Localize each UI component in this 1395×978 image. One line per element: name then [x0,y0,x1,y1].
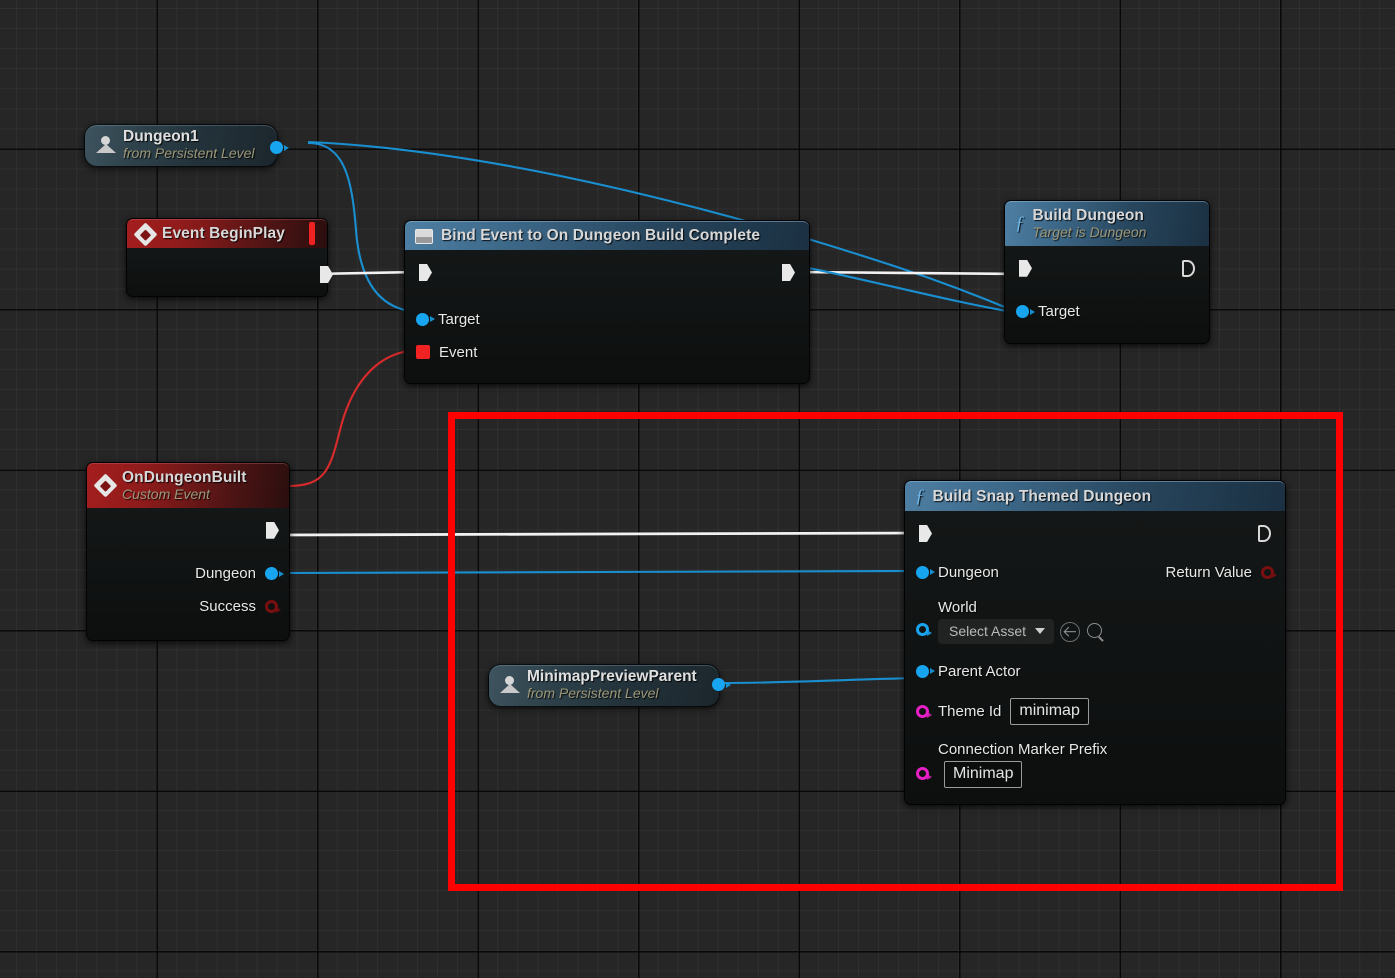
node-dungeon1-reference[interactable]: Dungeon1 from Persistent Level [84,124,289,167]
input-pin-theme-id[interactable] [916,705,932,718]
output-pin-dungeon[interactable] [265,567,284,581]
node-title: Build Snap Themed Dungeon [932,487,1152,505]
exec-row [905,519,1285,547]
node-subtitle: from Persistent Level [527,684,659,701]
wire-minimapparent-to-build-snap-parent-actor [721,676,922,685]
world-select-asset-dropdown[interactable]: Select Asset [938,619,1055,644]
output-pin-object[interactable] [269,141,289,154]
node-build-dungeon[interactable]: ƒ Build Dungeon Target is Dungeon Target [1004,200,1210,344]
pin-row-success: Success [87,594,289,620]
node-title: Dungeon1 [123,128,199,145]
node-header: ƒ Build Dungeon Target is Dungeon [1005,201,1209,246]
node-title: Build Dungeon [1032,207,1145,224]
pin-label: Dungeon [195,565,256,583]
exec-output-pin[interactable] [1182,259,1195,277]
pin-row-event: Event [405,339,809,365]
pin-label: World [938,599,977,616]
node-subtitle: Custom Event [122,486,210,502]
input-pin-event-delegate[interactable] [416,345,430,359]
chevron-down-icon [1035,628,1046,634]
node-event-begin-play[interactable]: Event BeginPlay [126,218,328,297]
input-pin-target[interactable] [416,312,435,326]
node-subtitle: from Persistent Level [123,144,255,161]
node-title: MinimapPreviewParent [527,668,697,685]
event-diamond-icon [133,221,158,247]
exec-output-pin[interactable] [320,266,333,283]
pin-row-dungeon-return: Dungeon Return Value [905,559,1285,585]
wire-ondungeonbuilt-dungeon-to-build-snap-dungeon [271,569,923,575]
blueprint-graph-canvas[interactable]: Dungeon1 from Persistent Level Event Beg… [0,0,1395,978]
node-body [127,248,327,296]
input-pin-target[interactable] [1016,305,1035,319]
node-body: Target [1005,245,1209,343]
input-pin-parent-actor[interactable] [916,664,935,678]
node-subtitle: Target is Dungeon [1032,224,1147,240]
pin-label: Connection Marker Prefix [938,741,1108,758]
node-minimap-preview-parent-reference[interactable]: MinimapPreviewParent from Persistent Lev… [488,664,731,707]
exec-output-pin[interactable] [266,522,279,539]
node-build-snap-themed-dungeon[interactable]: ƒ Build Snap Themed Dungeon Dungeon Retu… [904,480,1286,805]
input-pin-connection-marker-prefix[interactable] [916,767,932,780]
actor-icon [500,675,520,694]
wire-ondungeonbuilt-exec-to-build-snap-exec [280,531,921,537]
node-header: OnDungeonBuilt Custom Event [87,463,289,508]
pin-label: Event [439,343,478,361]
exec-input-pin[interactable] [419,264,432,281]
node-title: Event BeginPlay [162,225,285,242]
connection-marker-prefix-input[interactable]: Minimap [944,761,1023,788]
pin-label: Target [1038,303,1080,321]
pin-row-dungeon: Dungeon [87,561,289,587]
node-bind-event-to-on-dungeon-build-complete[interactable]: Bind Event to On Dungeon Build Complete … [404,220,810,384]
delegate-pin-wrap [295,222,315,245]
node-title: OnDungeonBuilt [122,469,247,486]
function-f-icon: ƒ [915,486,925,507]
pin-label: Theme Id [938,703,1002,720]
select-asset-label: Select Asset [949,623,1027,639]
pin-row-parent-actor: Parent Actor [905,658,1285,684]
wire-ondungeonbuilt-delegate-to-bind-event [287,348,418,488]
node-body: Dungeon Success [87,507,289,640]
exec-input-pin[interactable] [919,525,932,542]
node-header: Bind Event to On Dungeon Build Complete [405,221,809,250]
node-body: Dungeon Return Value World Select Asset [905,511,1285,804]
delegate-output-pin[interactable] [309,222,315,245]
output-pin-object[interactable] [711,678,731,691]
theme-id-input[interactable]: minimap [1010,698,1089,725]
pin-row-target: Target [405,306,809,332]
exec-row [405,258,809,284]
node-header: ƒ Build Snap Themed Dungeon [905,481,1285,511]
node-title: Bind Event to On Dungeon Build Complete [441,227,761,244]
node-on-dungeon-built[interactable]: OnDungeonBuilt Custom Event Dungeon Succ… [86,462,290,641]
input-pin-world[interactable] [916,623,932,636]
exec-row [87,520,289,542]
pin-row-target: Target [1005,299,1209,325]
pin-label: Parent Actor [938,662,1021,680]
exec-output-pin[interactable] [782,264,795,281]
pin-label: Target [438,310,480,328]
event-diamond-icon [93,473,118,498]
magnifier-icon[interactable] [1086,622,1106,642]
pin-row-world: World Select Asset [905,599,1285,644]
input-pin-dungeon[interactable] [916,565,935,579]
node-header: Event BeginPlay [127,219,327,248]
pin-label: Return Value [1165,563,1252,581]
back-arrow-icon[interactable] [1060,621,1081,642]
pin-row-theme-id: Theme Id minimap [905,698,1285,725]
exec-row [1005,256,1209,278]
exec-output-pin[interactable] [1258,525,1271,542]
exec-input-pin[interactable] [1019,260,1032,277]
actor-icon [96,135,116,154]
output-pin-return-value[interactable] [1261,565,1277,579]
output-pin-success[interactable] [265,600,281,614]
pin-label: Dungeon [938,563,999,581]
wire-bind-exec-to-build-dungeon-exec [795,270,1020,276]
pin-row-connection-marker-prefix: Connection Marker Prefix Minimap [905,741,1285,788]
pin-label: Success [199,598,256,616]
node-body: Target Event [405,250,809,383]
bind-event-icon [415,228,433,244]
function-f-icon: ƒ [1015,212,1025,234]
